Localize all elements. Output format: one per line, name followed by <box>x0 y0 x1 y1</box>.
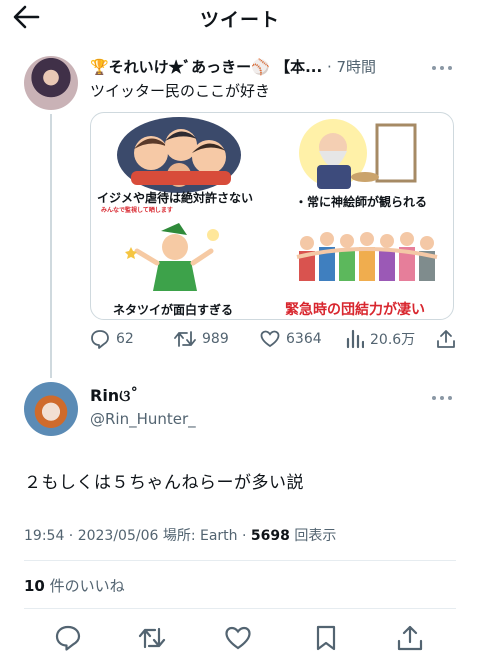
caption-3: ネタツイが面白すぎる <box>113 303 234 317</box>
retweet-icon[interactable] <box>138 624 166 652</box>
share-icon[interactable] <box>396 624 424 652</box>
tweet-text: ツイッター民のここが好き <box>90 82 271 100</box>
divider <box>24 560 456 561</box>
views-button[interactable]: 20.6万 <box>346 328 415 350</box>
retweet-button[interactable]: 989 <box>174 328 229 350</box>
like-count: 6364 <box>286 331 322 347</box>
tweet-time[interactable]: 7時間 <box>337 58 377 76</box>
image-panel-unity: 緊急時の団結力が凄い <box>273 217 453 319</box>
separator: · <box>326 58 332 76</box>
tweet-text: ２もしくは５ちゃんねらーが多い説 <box>24 473 304 493</box>
caption-1-sub: みんなで監視して晒します <box>101 207 173 214</box>
reply-count: 62 <box>116 331 134 347</box>
timestamp[interactable]: 19:54 · 2023/05/06 場所: Earth · <box>24 528 251 544</box>
tweet-actions: 62 989 6364 20.6万 <box>90 328 460 350</box>
thread-connector <box>50 114 52 378</box>
analytics-icon <box>346 329 364 349</box>
more-icon[interactable] <box>432 64 454 72</box>
heart-icon[interactable] <box>224 624 252 652</box>
view-count: 5698 <box>250 528 290 544</box>
author-name[interactable]: Rinଓ˚ <box>90 386 138 406</box>
top-bar: ツイート <box>0 0 480 36</box>
reply-icon[interactable] <box>54 624 82 652</box>
caption-4: 緊急時の団結力が凄い <box>285 302 425 318</box>
page-title: ツイート <box>199 9 280 31</box>
retweet-count: 989 <box>202 331 229 347</box>
share-icon <box>437 330 455 348</box>
image-panel-bullying: イジメや虐待は絶対許さない みんなで監視して晒します <box>91 113 273 217</box>
tweet-image[interactable]: イジメや虐待は絶対許さない みんなで監視して晒します ・常に神絵師が観られる ネ… <box>90 112 454 320</box>
like-count: 10 <box>24 577 45 595</box>
image-panel-peterpan: ネタツイが面白すぎる <box>91 217 273 319</box>
divider <box>24 608 456 609</box>
avatar[interactable] <box>24 56 78 110</box>
reply-button[interactable]: 62 <box>90 328 134 350</box>
like-button[interactable]: 6364 <box>260 328 322 350</box>
image-panel-artist: ・常に神絵師が観られる <box>273 113 453 217</box>
more-icon[interactable] <box>432 394 454 402</box>
avatar[interactable] <box>24 382 78 436</box>
caption-1: イジメや虐待は絶対許さない <box>97 191 254 205</box>
like-label: 件のいいね <box>44 577 125 595</box>
view-label: 回表示 <box>289 528 337 544</box>
bookmark-icon[interactable] <box>312 624 340 652</box>
tweet-action-bar <box>0 620 480 656</box>
heart-icon <box>260 330 280 348</box>
share-button[interactable] <box>436 328 456 350</box>
tweet-metadata: 19:54 · 2023/05/06 場所: Earth · 5698 回表示 <box>24 525 336 545</box>
author-handle[interactable]: @Rin_Hunter_ <box>90 410 196 428</box>
caption-2: ・常に神絵師が観られる <box>295 195 428 209</box>
author-name[interactable]: 🏆それいけ★ﾞあっきー⚾️ 【本... <box>90 58 322 76</box>
tweet-author-row: 🏆それいけ★ﾞあっきー⚾️ 【本... · 7時間 <box>90 56 420 78</box>
reply-icon <box>91 330 109 349</box>
retweet-icon <box>174 331 196 347</box>
view-count: 20.6万 <box>370 332 416 348</box>
likes-summary[interactable]: 10 件のいいね <box>24 575 125 596</box>
